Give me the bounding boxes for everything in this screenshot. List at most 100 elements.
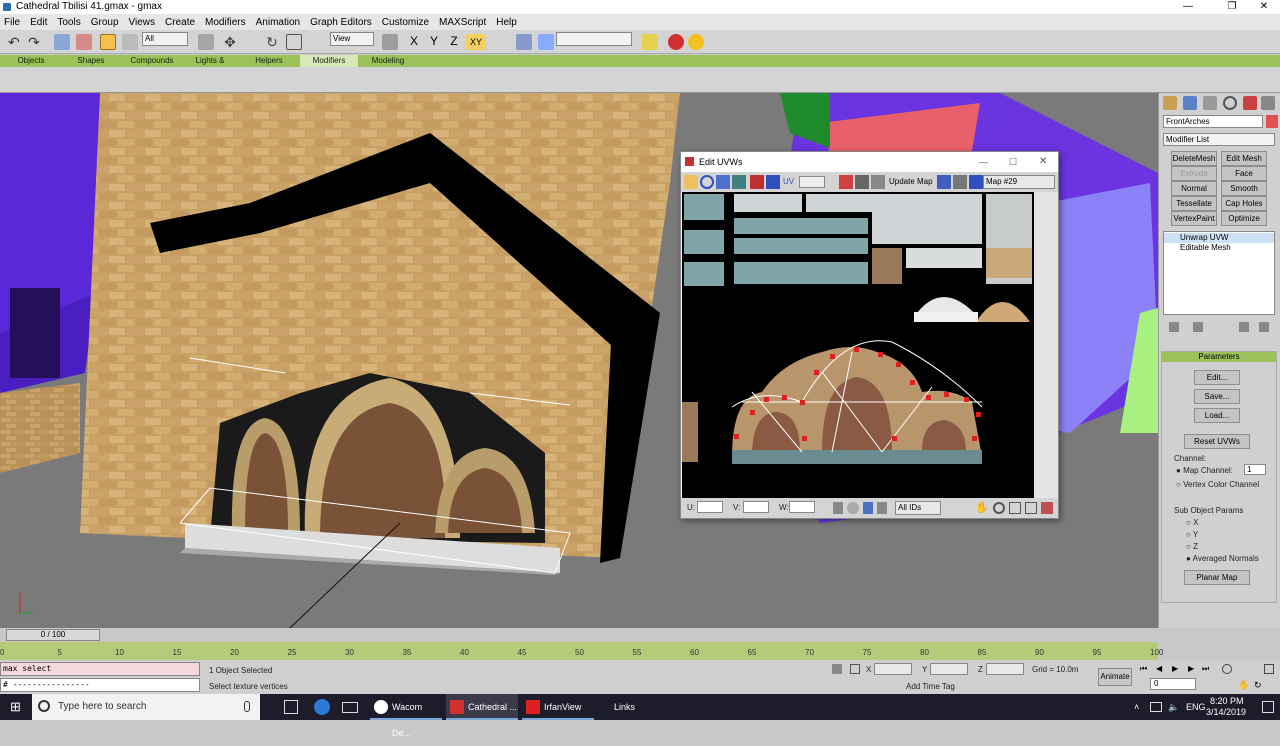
close-icon[interactable]: ✕ bbox=[1244, 0, 1280, 14]
uv-edit-canvas[interactable] bbox=[682, 192, 1034, 498]
mail-icon[interactable] bbox=[342, 702, 358, 713]
uvw-rotate-icon[interactable] bbox=[700, 175, 714, 189]
ids-dropdown[interactable]: All IDs bbox=[895, 501, 941, 515]
uvw-pan-icon[interactable] bbox=[855, 175, 869, 189]
menu-views[interactable]: Views bbox=[129, 17, 156, 28]
restrict-y-icon[interactable]: Y bbox=[426, 34, 442, 50]
start-icon[interactable]: ⊞ bbox=[10, 694, 21, 720]
v-spinner[interactable] bbox=[743, 501, 769, 513]
current-frame-field[interactable]: 0 bbox=[1150, 678, 1196, 690]
edge-icon[interactable] bbox=[314, 699, 330, 715]
uvw-mirror-icon[interactable] bbox=[732, 175, 746, 189]
restrict-xy-button[interactable]: XY bbox=[466, 34, 486, 50]
go-to-start-icon[interactable]: ⏮ bbox=[1140, 664, 1147, 674]
menu-file[interactable]: File bbox=[4, 17, 20, 28]
notification-icon[interactable] bbox=[1262, 701, 1274, 713]
pivot-icon[interactable] bbox=[382, 34, 398, 50]
play-icon[interactable]: ▶ bbox=[1172, 664, 1178, 673]
uvw-maximize-icon[interactable]: ☐ bbox=[1009, 152, 1017, 172]
menu-edit[interactable]: Edit bbox=[30, 17, 47, 28]
link-icon[interactable] bbox=[54, 34, 70, 50]
deletemesh-button[interactable]: DeleteMesh bbox=[1171, 151, 1217, 166]
move-icon[interactable]: ✥ bbox=[222, 34, 238, 50]
tray-chevron-icon[interactable]: ˄ bbox=[1134, 694, 1139, 720]
uvw-constraint-dropdown[interactable] bbox=[799, 176, 825, 188]
menu-animation[interactable]: Animation bbox=[256, 17, 300, 28]
tab-objects[interactable]: Objects bbox=[8, 55, 54, 67]
zoom-region-icon[interactable] bbox=[1009, 502, 1021, 514]
vertexpaint-button[interactable]: VertexPaint bbox=[1171, 211, 1217, 226]
u-spinner[interactable] bbox=[697, 501, 723, 513]
freeze-icon[interactable] bbox=[863, 502, 873, 514]
menu-graph-editors[interactable]: Graph Editors bbox=[310, 17, 372, 28]
go-to-end-icon[interactable]: ⏭ bbox=[1202, 664, 1209, 674]
tab-shapes[interactable]: Shapes bbox=[66, 55, 116, 67]
frame-ruler[interactable]: 0 5 10 15 20 25 30 35 40 45 50 55 60 65 70 75 80 85 90 95 10… bbox=[0, 642, 1163, 660]
add-time-tag-button[interactable]: Add Time Tag bbox=[906, 682, 955, 691]
quick-render-icon[interactable] bbox=[688, 34, 704, 50]
zoom-viewport-icon[interactable] bbox=[1222, 664, 1232, 674]
prev-frame-icon[interactable]: ◀ bbox=[1156, 664, 1162, 673]
snap-icon[interactable] bbox=[1041, 502, 1053, 514]
display-tab-icon[interactable] bbox=[1243, 96, 1257, 110]
z-coord-field[interactable] bbox=[986, 663, 1024, 675]
select-object-icon[interactable] bbox=[100, 34, 116, 50]
vertex-color-radio[interactable]: ○ Vertex Color Channel bbox=[1176, 480, 1259, 489]
menu-tools[interactable]: Tools bbox=[57, 17, 80, 28]
update-map-button[interactable]: Update Map bbox=[889, 176, 933, 188]
uvw-move-icon[interactable] bbox=[684, 175, 698, 189]
tab-helpers[interactable]: Helpers bbox=[248, 55, 290, 67]
planar-map-button[interactable]: Planar Map bbox=[1184, 570, 1250, 585]
map-select-dropdown[interactable]: Map #29 bbox=[983, 175, 1055, 189]
animate-button[interactable]: Animate bbox=[1098, 668, 1132, 686]
uvw-paint-icon[interactable] bbox=[766, 175, 780, 189]
load-button[interactable]: Load... bbox=[1194, 408, 1240, 423]
material-editor-icon[interactable] bbox=[642, 34, 658, 50]
map-channel-radio[interactable]: ● Map Channel: bbox=[1176, 466, 1233, 475]
task-view-icon[interactable] bbox=[284, 700, 298, 714]
axis-y-radio[interactable]: ○ Y bbox=[1186, 530, 1198, 539]
object-name-field[interactable]: FrontArches bbox=[1163, 115, 1263, 128]
mirror-icon[interactable] bbox=[516, 34, 532, 50]
maxscript-listener[interactable]: max select bbox=[0, 662, 200, 676]
render-icon[interactable] bbox=[668, 34, 684, 50]
configure-sets-icon[interactable] bbox=[1259, 322, 1269, 332]
tab-compounds[interactable]: Compounds bbox=[126, 55, 178, 67]
redo-icon[interactable]: ↷ bbox=[28, 34, 44, 50]
stack-item-unwrap-uvw[interactable]: Unwrap UVW bbox=[1164, 233, 1274, 243]
uvw-uv-button[interactable]: UV bbox=[783, 175, 797, 189]
undo-icon[interactable]: ↶ bbox=[8, 34, 24, 50]
w-spinner[interactable] bbox=[789, 501, 815, 513]
absolute-mode-icon[interactable] bbox=[850, 664, 860, 674]
tessellate-button[interactable]: Tessellate bbox=[1171, 196, 1217, 211]
taskbar-app-cathedral[interactable]: Cathedral ... bbox=[446, 694, 518, 720]
utilities-tab-icon[interactable] bbox=[1261, 96, 1275, 110]
smooth-button[interactable]: Smooth bbox=[1221, 181, 1267, 196]
volume-icon[interactable]: 🔈 bbox=[1168, 694, 1179, 720]
restrict-z-icon[interactable]: Z bbox=[446, 34, 462, 50]
axis-x-radio[interactable]: ○ X bbox=[1186, 518, 1198, 527]
selection-filter-dropdown[interactable]: All bbox=[142, 32, 188, 46]
hide-icon[interactable] bbox=[847, 502, 859, 514]
pin-stack-icon[interactable] bbox=[1169, 322, 1179, 332]
modify-tab-icon[interactable] bbox=[1183, 96, 1197, 110]
menu-group[interactable]: Group bbox=[91, 17, 119, 28]
lock-selection-icon[interactable] bbox=[833, 502, 843, 514]
language-indicator[interactable]: ENG bbox=[1186, 694, 1206, 720]
microphone-icon[interactable] bbox=[244, 701, 250, 712]
menu-create[interactable]: Create bbox=[165, 17, 195, 28]
ref-coord-dropdown[interactable]: View bbox=[330, 32, 374, 46]
cap-holes-button[interactable]: Cap Holes bbox=[1221, 196, 1267, 211]
select-region-icon[interactable] bbox=[122, 34, 138, 50]
tab-lights-cameras[interactable]: Lights & Cameras bbox=[180, 55, 240, 77]
optimize-button[interactable]: Optimize bbox=[1221, 211, 1267, 226]
clock-date[interactable]: 3/14/2019 bbox=[1206, 707, 1246, 717]
time-slider-handle[interactable]: 0 / 100 bbox=[6, 629, 100, 641]
save-button[interactable]: Save... bbox=[1194, 389, 1240, 404]
zoom-icon[interactable] bbox=[993, 502, 1005, 514]
menu-modifiers[interactable]: Modifiers bbox=[205, 17, 246, 28]
align-icon[interactable] bbox=[538, 34, 554, 50]
links-toolbar[interactable]: Links bbox=[614, 694, 635, 720]
axis-z-radio[interactable]: ○ Z bbox=[1186, 542, 1198, 551]
maximize-viewport-icon[interactable] bbox=[1264, 664, 1274, 674]
